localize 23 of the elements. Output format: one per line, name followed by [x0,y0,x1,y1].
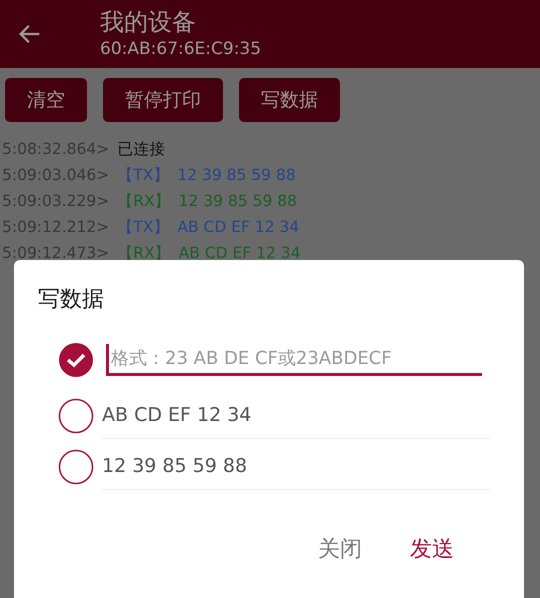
log-tag: 【TX】 [117,162,170,188]
checked-radio-icon[interactable] [58,342,94,378]
log-message: AB CD EF 12 34 [178,243,301,264]
log-message: 已连接 [117,139,166,160]
close-button[interactable]: 关闭 [318,534,362,564]
log-message: 12 39 85 59 88 [177,165,296,186]
log-tag: 【RX】 [117,240,171,266]
log-message: AB CD EF 12 34 [177,217,300,238]
action-button[interactable]: 暂停打印 [103,78,223,122]
dialog-title: 写数据 [38,286,105,314]
action-button[interactable]: 写数据 [239,78,340,122]
action-button[interactable]: 清空 [5,78,87,122]
log-tag: 【TX】 [117,214,170,240]
device-address: 60:AB:67:6E:C9:35 [100,38,262,61]
radio-icon[interactable] [58,398,94,434]
data-input-field[interactable]: 格式：23 AB DE CF或23ABDECF [106,344,482,376]
log-tag: 【RX】 [117,188,171,214]
page-title: 我的设备 [100,7,197,37]
log-message: 12 39 85 59 88 [178,191,297,212]
option-text: AB CD EF 12 34 [102,392,490,439]
send-button[interactable]: 发送 [410,534,454,564]
radio-icon[interactable] [58,448,94,484]
option-text: 12 39 85 59 88 [102,443,490,490]
